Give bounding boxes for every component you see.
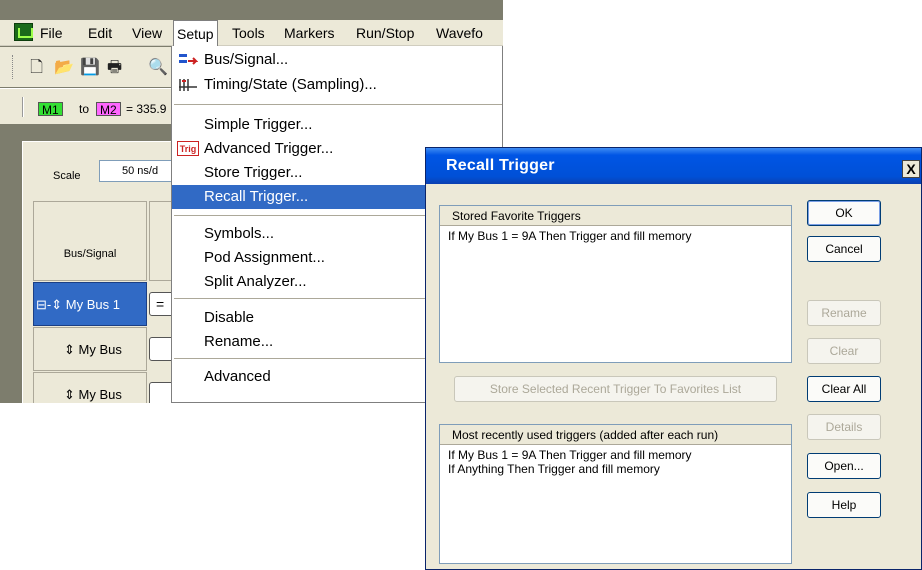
menu-view[interactable]: View <box>132 24 162 42</box>
recent-triggers-header: Most recently used triggers (added after… <box>440 425 791 445</box>
save-icon[interactable]: 💾 <box>80 59 100 76</box>
marker-m1[interactable]: M1 <box>38 102 63 117</box>
menu-waveform[interactable]: Wavefo <box>436 24 483 42</box>
bus-icon: ⇕ <box>64 387 75 402</box>
menu-separator <box>174 104 502 105</box>
recent-triggers-list[interactable]: Most recently used triggers (added after… <box>439 424 792 564</box>
bus-signal-header: Bus/Signal <box>33 201 147 281</box>
menu-markers[interactable]: Markers <box>284 24 335 42</box>
rename-button[interactable]: Rename <box>807 300 881 326</box>
menu-file[interactable]: File <box>40 24 63 42</box>
marker-delta-readout: = 335.9 <box>126 102 167 116</box>
menu-tools[interactable]: Tools <box>232 24 265 42</box>
bus-row-label: My Bus <box>78 342 122 357</box>
clear-all-button[interactable]: Clear All <box>807 376 881 402</box>
menu-setup[interactable]: Setup <box>173 20 218 46</box>
marker-m2[interactable]: M2 <box>96 102 121 117</box>
favorite-triggers-list[interactable]: Stored Favorite Triggers If My Bus 1 = 9… <box>439 205 792 363</box>
timing-icon <box>179 79 197 91</box>
favorite-triggers-header: Stored Favorite Triggers <box>440 206 791 226</box>
bus-row-my-bus[interactable]: ⇕ My Bus <box>33 327 147 371</box>
toolbar-grip[interactable] <box>12 55 14 79</box>
recall-trigger-dialog: Recall Trigger X Stored Favorite Trigger… <box>425 147 922 570</box>
menu-run-stop[interactable]: Run/Stop <box>356 24 414 42</box>
find-icon[interactable]: 🔍 <box>148 59 168 76</box>
bus-row-label: My Bus 1 <box>65 297 120 312</box>
bus-row-label: My Bus <box>78 387 122 402</box>
menu-bar: File Edit View Setup Tools Markers Run/S… <box>0 20 503 46</box>
dialog-title: Recall Trigger <box>446 157 555 174</box>
list-item[interactable]: If Anything Then Trigger and fill memory <box>440 462 791 476</box>
toolbar-grip-2[interactable] <box>22 97 24 117</box>
menu-edit[interactable]: Edit <box>88 24 112 42</box>
tree-collapse-icon[interactable]: ⊟- <box>34 297 51 312</box>
bus-row-my-bus[interactable]: ⇕ My Bus <box>33 372 147 403</box>
bus-row-my-bus-1[interactable]: ⊟-⇕ My Bus 1 <box>33 282 147 326</box>
help-button[interactable]: Help <box>807 492 881 518</box>
open-button[interactable]: Open... <box>807 453 881 479</box>
clear-button[interactable]: Clear <box>807 338 881 364</box>
list-item[interactable]: If My Bus 1 = 9A Then Trigger and fill m… <box>440 226 791 243</box>
marker-to-label: to <box>79 102 90 116</box>
menu-item-bus-signal[interactable]: Bus/Signal... <box>172 48 502 72</box>
print-icon[interactable]: 🖶 <box>106 59 123 76</box>
details-button[interactable]: Details <box>807 414 881 440</box>
trig-icon: Trig <box>177 141 199 156</box>
new-file-icon[interactable]: 🗋 <box>28 59 45 76</box>
close-button[interactable]: X <box>902 160 920 178</box>
dialog-title-bar[interactable]: Recall Trigger X <box>426 148 921 184</box>
bus-icon: ⇕ <box>64 342 75 357</box>
store-to-favorites-button[interactable]: Store Selected Recent Trigger To Favorit… <box>454 376 777 402</box>
bus-signal-icon <box>179 54 198 65</box>
menu-item-simple-trigger[interactable]: Simple Trigger... <box>172 113 502 137</box>
scale-label: Scale <box>53 170 81 182</box>
open-folder-icon[interactable]: 📂 <box>54 59 74 76</box>
bus-icon: ⇕ <box>51 297 63 312</box>
list-item[interactable]: If My Bus 1 = 9A Then Trigger and fill m… <box>440 445 791 462</box>
cancel-button[interactable]: Cancel <box>807 236 881 262</box>
menu-item-timing-state[interactable]: Timing/State (Sampling)... <box>172 73 502 97</box>
ok-button[interactable]: OK <box>807 200 881 226</box>
app-logo-icon <box>14 23 33 41</box>
